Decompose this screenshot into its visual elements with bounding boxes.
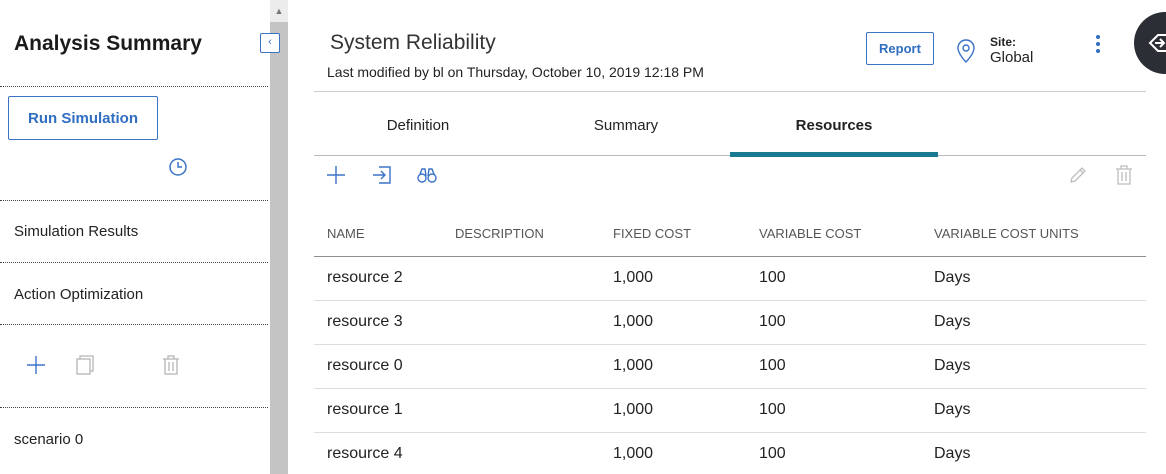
cell-description: [442, 256, 600, 301]
cell-variable-cost-units: Days: [921, 344, 1146, 389]
last-modified-text: Last modified by bl on Thursday, October…: [327, 64, 704, 80]
cell-fixed-cost: 1,000: [600, 344, 746, 389]
table-row[interactable]: resource 1 1,000 100 Days: [314, 388, 1146, 433]
table-row[interactable]: resource 0 1,000 100 Days: [314, 344, 1146, 389]
cell-variable-cost: 100: [746, 300, 921, 345]
scrollbar[interactable]: ▲: [270, 0, 288, 474]
cell-fixed-cost: 1,000: [600, 256, 746, 301]
cell-variable-cost-units: Days: [921, 256, 1146, 301]
run-simulation-button[interactable]: Run Simulation: [8, 96, 158, 140]
cell-variable-cost-units: Days: [921, 432, 1146, 474]
divider: [0, 200, 268, 201]
plus-icon[interactable]: [325, 164, 347, 186]
scroll-up-arrow-icon[interactable]: ▲: [270, 0, 288, 22]
tab-bar: Definition Summary Resources: [314, 104, 1146, 157]
cell-name: resource 4: [314, 432, 442, 474]
divider: [0, 262, 268, 263]
collapse-panel-button[interactable]: ‹: [260, 33, 280, 53]
tab-resources[interactable]: Resources: [730, 104, 938, 157]
cell-description: [442, 432, 600, 474]
location-pin-icon: [957, 39, 975, 63]
cell-description: [442, 344, 600, 389]
cell-name: resource 0: [314, 344, 442, 389]
table-row[interactable]: resource 4 1,000 100 Days: [314, 432, 1146, 474]
divider: [314, 91, 1146, 92]
report-button[interactable]: Report: [866, 32, 934, 65]
resources-table: NAME DESCRIPTION FIXED COST VARIABLE COS…: [314, 212, 1146, 474]
cell-name: resource 2: [314, 256, 442, 301]
cell-name: resource 3: [314, 300, 442, 345]
scenario-item[interactable]: scenario 0: [14, 431, 83, 448]
analysis-summary-panel: Analysis Summary Run Simulation Simulati…: [0, 0, 270, 474]
pencil-icon[interactable]: [1067, 164, 1089, 186]
divider: [0, 86, 268, 87]
copy-icon[interactable]: [75, 354, 95, 376]
column-header-fixed-cost[interactable]: FIXED COST: [600, 212, 746, 257]
simulation-results-item[interactable]: Simulation Results: [14, 223, 138, 240]
site-label: Site:: [990, 35, 1017, 49]
cell-fixed-cost: 1,000: [600, 300, 746, 345]
panel-title: Analysis Summary: [14, 32, 202, 55]
cell-description: [442, 300, 600, 345]
site-value[interactable]: Global: [990, 49, 1033, 66]
trash-icon[interactable]: [1113, 164, 1135, 186]
table-row[interactable]: resource 2 1,000 100 Days: [314, 256, 1146, 301]
action-optimization-item[interactable]: Action Optimization: [14, 286, 143, 303]
import-icon[interactable]: [371, 164, 393, 186]
cell-variable-cost-units: Days: [921, 300, 1146, 345]
cell-variable-cost: 100: [746, 256, 921, 301]
binoculars-icon[interactable]: [416, 164, 438, 186]
side-panel-toggle-icon: [1148, 34, 1166, 52]
page-title: System Reliability: [330, 31, 496, 54]
trash-icon[interactable]: [161, 354, 181, 376]
tab-summary[interactable]: Summary: [522, 104, 730, 155]
table-header-row: NAME DESCRIPTION FIXED COST VARIABLE COS…: [314, 212, 1146, 257]
divider: [0, 407, 268, 408]
cell-fixed-cost: 1,000: [600, 432, 746, 474]
cell-variable-cost: 100: [746, 432, 921, 474]
divider: [0, 324, 268, 325]
kebab-menu-icon[interactable]: [1092, 35, 1104, 57]
column-header-variable-cost[interactable]: VARIABLE COST: [746, 212, 921, 257]
cell-fixed-cost: 1,000: [600, 388, 746, 433]
side-panel-toggle-button[interactable]: [1134, 12, 1166, 74]
table-row[interactable]: resource 3 1,000 100 Days: [314, 300, 1146, 345]
cell-name: resource 1: [314, 388, 442, 433]
main-content: System Reliability Last modified by bl o…: [288, 0, 1166, 474]
cell-variable-cost: 100: [746, 388, 921, 433]
column-header-description[interactable]: DESCRIPTION: [442, 212, 600, 257]
column-header-variable-cost-units[interactable]: VARIABLE COST UNITS: [921, 212, 1146, 257]
tab-definition[interactable]: Definition: [314, 104, 522, 155]
plus-icon[interactable]: [26, 354, 46, 376]
cell-description: [442, 388, 600, 433]
clock-icon[interactable]: [168, 157, 188, 177]
cell-variable-cost-units: Days: [921, 388, 1146, 433]
column-header-name[interactable]: NAME: [314, 212, 442, 257]
cell-variable-cost: 100: [746, 344, 921, 389]
